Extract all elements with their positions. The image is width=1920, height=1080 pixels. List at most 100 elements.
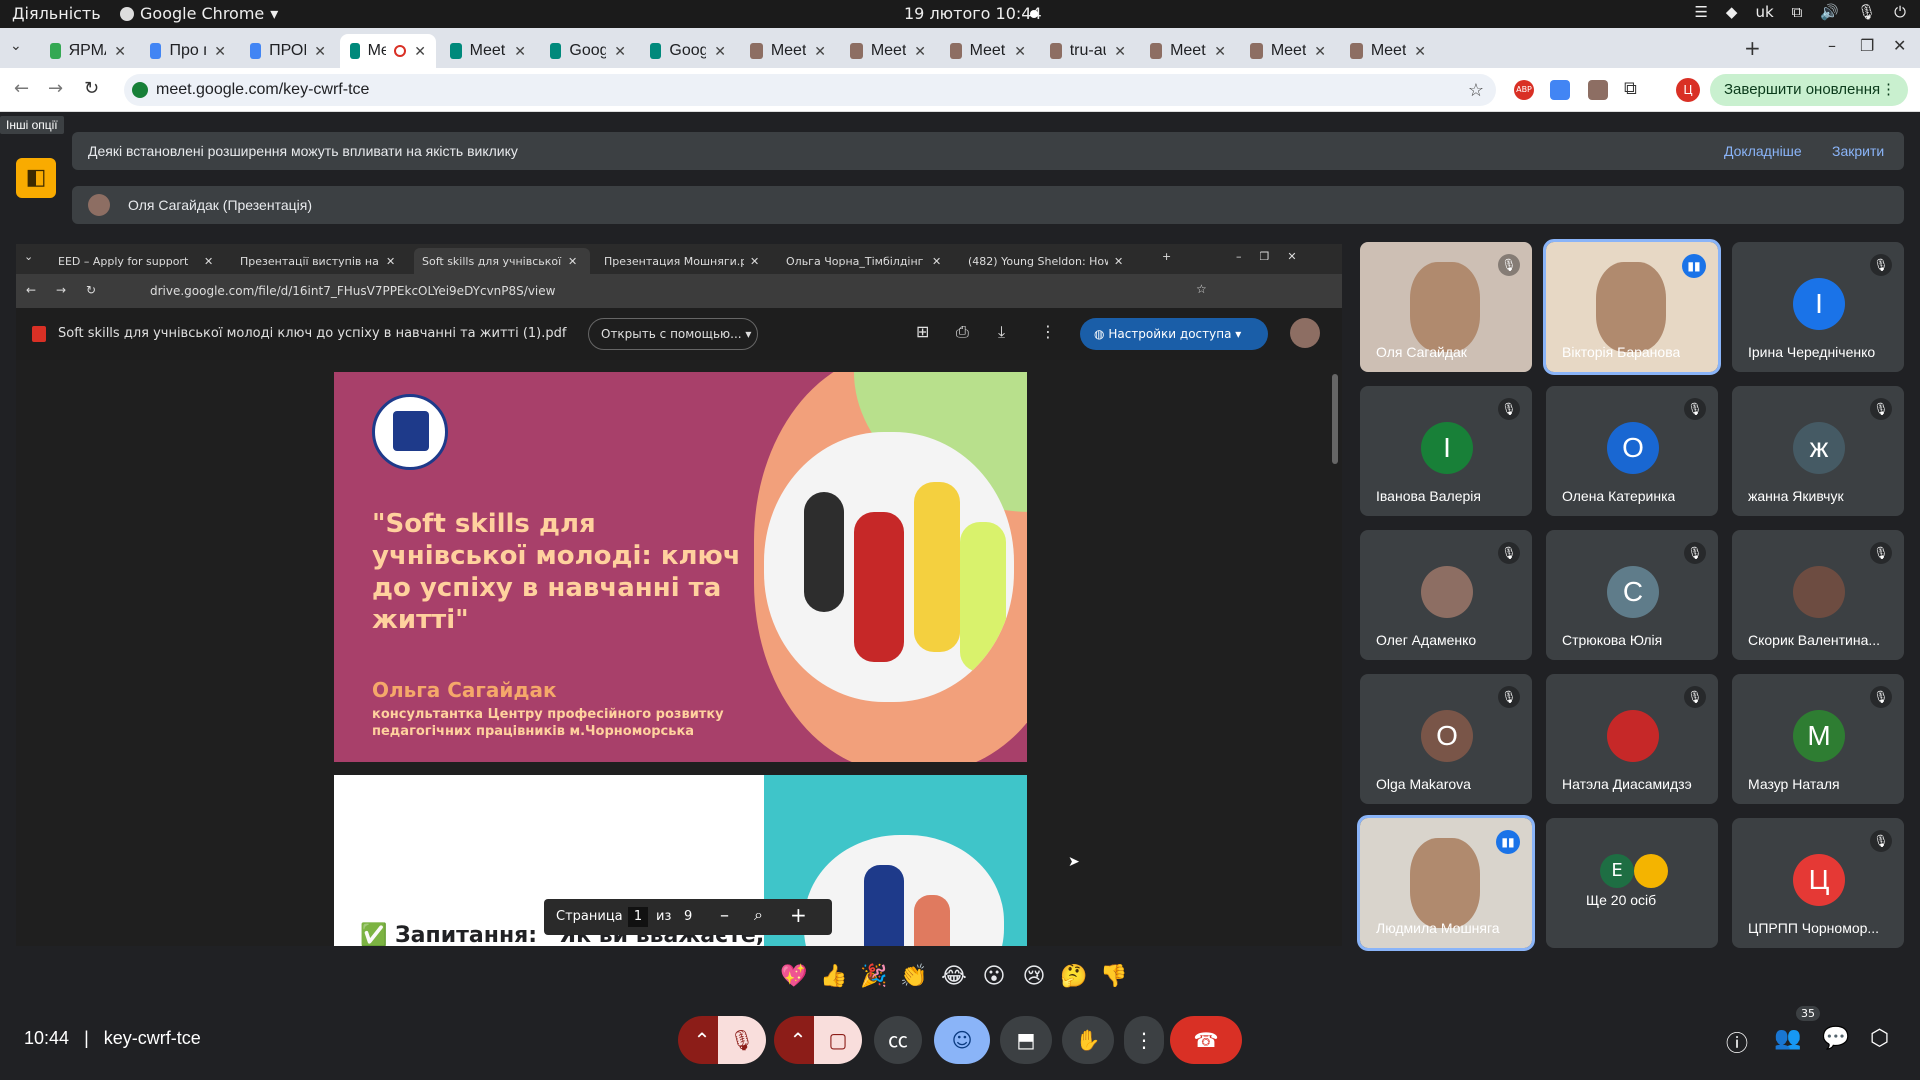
leave-call-button[interactable]: ☎ (1170, 1016, 1242, 1064)
system-tray[interactable]: ☰ ◆ uk ⧉ 🔊 🎙 ⏻ (1694, 3, 1906, 21)
presented-tab-close-icon[interactable]: ✕ (568, 255, 577, 268)
zoom-icon[interactable]: ⌕ (754, 905, 763, 925)
reaction-emoji-button[interactable]: 💖 (780, 964, 808, 989)
tab-close-icon[interactable]: ✕ (514, 43, 526, 60)
reload-icon[interactable]: ↻ (84, 78, 99, 99)
reaction-emoji-button[interactable]: 😢 (1020, 964, 1048, 989)
meet-logo-icon[interactable]: ◧ (16, 158, 56, 198)
present-screen-button[interactable]: ⬒ (1000, 1016, 1052, 1064)
close-window-icon[interactable]: ✕ (1893, 36, 1906, 55)
adblock-icon[interactable]: ABP (1514, 80, 1534, 100)
presented-tab[interactable]: Soft skills для учнівської м ✕ (414, 248, 590, 274)
reaction-emoji-button[interactable]: 🎉 (860, 964, 888, 989)
open-with-dropdown[interactable]: Открыть с помощью... ▾ (588, 318, 758, 350)
participant-tile[interactable]: Олег Адаменко 🎙 (1360, 530, 1532, 660)
browser-tab[interactable]: Mee ✕ (340, 34, 436, 68)
participant-tile[interactable]: ж жанна Якивчук 🎙 (1732, 386, 1904, 516)
participant-tile[interactable]: Скорик Валентина... 🎙 (1732, 530, 1904, 660)
presented-tab-search-icon[interactable]: ⌄ (24, 250, 33, 263)
tab-close-icon[interactable]: ✕ (614, 43, 626, 60)
browser-tab[interactable]: Meet | ✕ (840, 34, 936, 68)
participant-tile[interactable]: Людмила Мошняга ▮▮ (1357, 815, 1535, 951)
browser-tab[interactable]: Google ✕ (540, 34, 636, 68)
volume-icon[interactable]: 🔊 (1820, 3, 1839, 21)
browser-tab[interactable]: Meet: " ✕ (940, 34, 1036, 68)
tab-close-icon[interactable]: ✕ (314, 43, 326, 60)
reaction-emoji-button[interactable]: 👏 (900, 964, 928, 989)
power-icon[interactable]: ⏻ (1894, 3, 1906, 21)
zoom-in-icon[interactable]: + (790, 903, 807, 927)
presented-reload-icon[interactable]: ↻ (86, 283, 96, 297)
translate-icon[interactable] (1550, 80, 1570, 100)
captions-button[interactable]: ㏄ (874, 1016, 922, 1064)
back-icon[interactable]: ← (14, 78, 29, 99)
minimize-icon[interactable]: – (1828, 36, 1836, 55)
browser-tab[interactable]: Meet | ✕ (1340, 34, 1436, 68)
camera-toggle-button[interactable]: ▢ (814, 1016, 862, 1064)
presented-tab[interactable]: Презентації виступів на б ✕ (232, 248, 408, 274)
participant-tile[interactable]: Ц ЦПРПП Чорномор... 🎙 (1732, 818, 1904, 948)
forward-icon[interactable]: → (48, 78, 63, 99)
browser-tab[interactable]: MeetLi ✕ (1140, 34, 1236, 68)
participant-tile[interactable]: О Олена Катеринка 🎙 (1546, 386, 1718, 516)
browser-tab[interactable]: ПРОГР ✕ (240, 34, 336, 68)
extension-meet-icon[interactable] (1588, 80, 1608, 100)
keyboard-layout[interactable]: uk (1755, 3, 1773, 21)
presented-tab-close-icon[interactable]: ✕ (1114, 255, 1123, 268)
bookmark-star-icon[interactable]: ☆ (1468, 74, 1484, 106)
tab-close-icon[interactable]: ✕ (214, 43, 226, 60)
menu-icon[interactable]: ☰ (1694, 3, 1707, 21)
tab-close-icon[interactable]: ✕ (414, 43, 426, 60)
presented-tab-close-icon[interactable]: ✕ (750, 255, 759, 268)
participant-tile[interactable]: M Мазур Наталя 🎙 (1732, 674, 1904, 804)
tab-close-icon[interactable]: ✕ (1014, 43, 1026, 60)
extensions-puzzle-icon[interactable]: ⧉ (1624, 78, 1637, 99)
banner-close-link[interactable]: Закрити (1832, 143, 1884, 159)
app-menu[interactable]: Google Chrome ▾ (120, 4, 278, 23)
presented-profile-avatar[interactable] (1290, 318, 1320, 348)
presented-forward-icon[interactable]: → (56, 283, 66, 297)
os-clock[interactable]: 19 лютого 10:44 (904, 4, 1042, 23)
presented-tab[interactable]: Ольга Чорна_Тімбілдінг у ✕ (778, 248, 954, 274)
presented-tab-close-icon[interactable]: ✕ (386, 255, 395, 268)
profile-avatar[interactable]: Ц (1676, 78, 1700, 102)
people-button[interactable]: 👥 35 (1774, 1006, 1820, 1051)
emoji-reaction-button[interactable]: ☺ (934, 1016, 990, 1064)
presented-url[interactable]: drive.google.com/file/d/16int7_FHusV7PPE… (150, 284, 555, 298)
presented-tab[interactable]: (482) Young Sheldon: How ✕ (960, 248, 1136, 274)
network-icon[interactable]: ⧉ (1792, 3, 1803, 21)
print-icon[interactable]: ⎙ (956, 322, 969, 342)
dropbox-icon[interactable]: ◆ (1726, 3, 1738, 21)
browser-tab[interactable]: Google ✕ (640, 34, 736, 68)
tab-search-icon[interactable]: ⌄ (10, 38, 22, 54)
restore-icon[interactable]: ❐ (1860, 36, 1874, 55)
participant-tile[interactable]: С Стрюкова Юлія 🎙 (1546, 530, 1718, 660)
reaction-emoji-button[interactable]: 👍 (820, 964, 848, 989)
presented-tab[interactable]: Презентация Мошняги.р ✕ (596, 248, 772, 274)
tab-close-icon[interactable]: ✕ (1114, 43, 1126, 60)
participant-tile[interactable]: O Olga Makarova 🎙 (1360, 674, 1532, 804)
participant-tile[interactable]: Оля Сагайдак 🎙 (1360, 242, 1532, 372)
tab-close-icon[interactable]: ✕ (1214, 43, 1226, 60)
presented-tab-close-icon[interactable]: ✕ (932, 255, 941, 268)
banner-more-link[interactable]: Докладніше (1724, 143, 1802, 159)
browser-tab[interactable]: Про пе ✕ (140, 34, 236, 68)
mic-toggle-button[interactable]: 🎙 (718, 1016, 766, 1064)
presented-tab[interactable]: EED – Apply for support ✕ (50, 248, 226, 274)
zoom-out-icon[interactable]: – (720, 905, 729, 926)
participant-tile[interactable]: І Ірина Чередніченко 🎙 (1732, 242, 1904, 372)
tab-close-icon[interactable]: ✕ (814, 43, 826, 60)
meeting-details-icon[interactable]: ⓘ (1726, 1026, 1748, 1058)
tab-close-icon[interactable]: ✕ (714, 43, 726, 60)
participant-tile[interactable]: Натэла Диасамидзэ 🎙 (1546, 674, 1718, 804)
browser-tab[interactable]: ЯРМАР ✕ (40, 34, 136, 68)
presented-window-controls[interactable]: –❐✕ (1236, 250, 1315, 263)
reaction-emoji-button[interactable]: 👎 (1100, 964, 1128, 989)
site-info-icon[interactable] (132, 82, 148, 98)
reaction-emoji-button[interactable]: 😂 (940, 964, 968, 989)
presented-new-tab-icon[interactable]: + (1162, 250, 1171, 263)
access-settings-button[interactable]: ◍ Настройки доступа ▾ (1080, 318, 1268, 350)
browser-tab[interactable]: Meet: " ✕ (440, 34, 536, 68)
presented-star-icon[interactable]: ☆ (1196, 282, 1207, 296)
raise-hand-button[interactable]: ✋ (1062, 1016, 1114, 1064)
